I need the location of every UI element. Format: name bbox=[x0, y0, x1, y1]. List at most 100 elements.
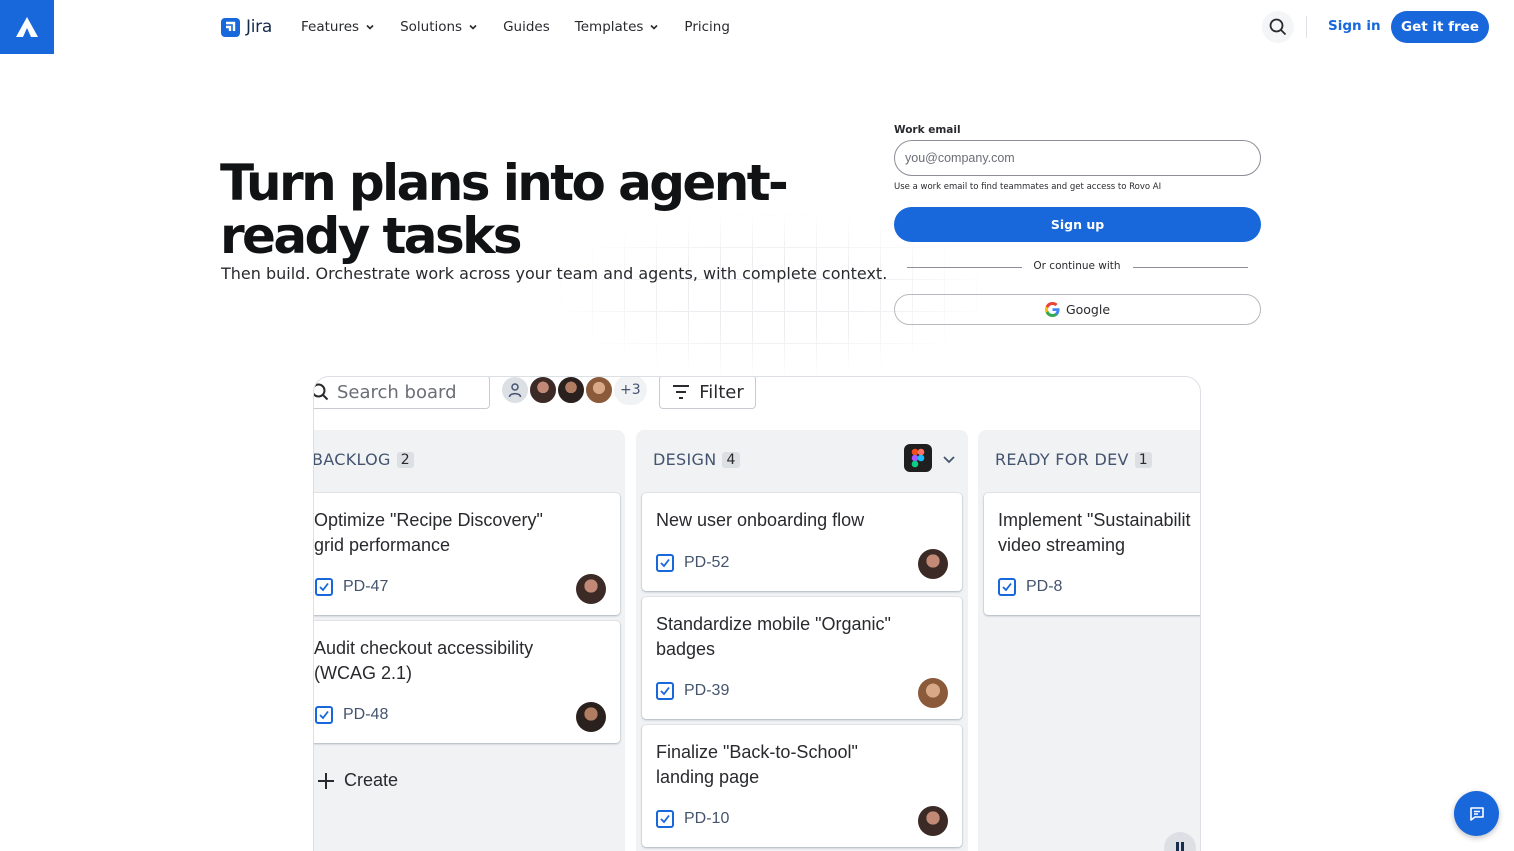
column-header: READY FOR DEV 1 bbox=[995, 450, 1152, 469]
jira-brand[interactable]: Jira bbox=[221, 17, 272, 37]
checkbox-icon bbox=[656, 682, 674, 700]
search-icon bbox=[314, 383, 329, 401]
avatar-group[interactable]: +3 bbox=[500, 377, 647, 405]
avatar bbox=[576, 702, 606, 732]
column-ready-for-dev: READY FOR DEV 1 Implement "Sustainabilit… bbox=[978, 430, 1200, 851]
column-count: 1 bbox=[1134, 451, 1152, 468]
work-email-input[interactable] bbox=[894, 140, 1261, 176]
card-title: Optimize "Recipe Discovery" grid perform… bbox=[314, 510, 543, 555]
filter-button[interactable]: Filter bbox=[659, 377, 756, 409]
card-key: PD-8 bbox=[998, 578, 1062, 596]
column-title: READY FOR DEV bbox=[995, 450, 1129, 469]
card-title: Standardize mobile "Organic" badges bbox=[656, 614, 891, 659]
main-nav: Features Solutions Guides Templates Pric… bbox=[301, 19, 755, 35]
issue-card[interactable]: New user onboarding flow PD-52 bbox=[642, 493, 962, 591]
get-it-free-button[interactable]: Get it free bbox=[1391, 11, 1489, 43]
chevron-down-icon bbox=[469, 24, 477, 30]
google-sign-in-button[interactable]: Google bbox=[894, 294, 1261, 325]
divider-line bbox=[1133, 267, 1248, 268]
filter-label: Filter bbox=[699, 381, 744, 403]
issue-card[interactable]: Implement "Sustainabilit video streaming… bbox=[984, 493, 1200, 615]
avatar bbox=[556, 377, 586, 405]
nav-templates[interactable]: Templates bbox=[575, 19, 660, 35]
atlassian-logo-icon[interactable] bbox=[0, 0, 54, 54]
email-help-text: Use a work email to find teammates and g… bbox=[894, 182, 1162, 192]
card-key: PD-47 bbox=[315, 578, 388, 596]
jira-logo-icon bbox=[221, 17, 240, 37]
search-placeholder: Search board bbox=[337, 381, 457, 403]
checkbox-icon bbox=[315, 706, 333, 724]
nav-solutions[interactable]: Solutions bbox=[400, 19, 478, 35]
issue-card[interactable]: Audit checkout accessibility (WCAG 2.1) … bbox=[314, 621, 620, 743]
card-key-label: PD-47 bbox=[343, 578, 389, 595]
issue-card[interactable]: Finalize "Back-to-School" landing page P… bbox=[642, 725, 962, 847]
nav-features[interactable]: Features bbox=[301, 19, 375, 35]
figma-icon[interactable] bbox=[904, 444, 932, 472]
column-header: DESIGN 4 bbox=[653, 450, 740, 469]
avatar-unassigned bbox=[500, 377, 530, 405]
header-divider bbox=[1306, 16, 1307, 38]
nav-label: Solutions bbox=[400, 19, 463, 35]
nav-label: Guides bbox=[503, 19, 550, 35]
site-header: Jira Features Solutions Guides Templates… bbox=[0, 0, 1514, 54]
avatar-more-count: +3 bbox=[614, 377, 647, 405]
card-key: PD-52 bbox=[656, 554, 729, 572]
column-title: DESIGN bbox=[653, 450, 717, 469]
avatar bbox=[528, 377, 558, 405]
chevron-down-icon[interactable] bbox=[942, 452, 956, 466]
card-title: New user onboarding flow bbox=[656, 510, 865, 530]
search-icon bbox=[1269, 18, 1287, 36]
sign-in-link[interactable]: Sign in bbox=[1328, 18, 1381, 34]
chevron-down-icon bbox=[366, 24, 374, 30]
column-title: BACKLOG bbox=[313, 450, 391, 469]
issue-card[interactable]: Standardize mobile "Organic" badges PD-3… bbox=[642, 597, 962, 719]
nav-guides[interactable]: Guides bbox=[503, 19, 550, 35]
hero-title: Turn plans into agent-ready tasks bbox=[220, 154, 789, 265]
chevron-down-icon bbox=[650, 24, 658, 30]
nav-label: Features bbox=[301, 19, 360, 35]
card-title: Audit checkout accessibility (WCAG 2.1) bbox=[314, 638, 534, 683]
pause-icon bbox=[1176, 842, 1184, 851]
create-button[interactable]: Create bbox=[316, 770, 398, 791]
google-label: Google bbox=[1065, 302, 1111, 317]
card-key-label: PD-52 bbox=[684, 554, 730, 571]
checkbox-icon bbox=[998, 578, 1016, 596]
or-continue-text: Or continue with bbox=[1033, 260, 1121, 272]
pause-button[interactable] bbox=[1164, 832, 1196, 851]
checkbox-icon bbox=[315, 578, 333, 596]
chat-icon bbox=[1469, 806, 1484, 821]
nav-pricing[interactable]: Pricing bbox=[684, 19, 730, 35]
avatar bbox=[584, 377, 614, 405]
card-key-label: PD-8 bbox=[1026, 578, 1063, 595]
column-count: 2 bbox=[396, 451, 414, 468]
hero-subtitle: Then build. Orchestrate work across your… bbox=[221, 264, 888, 283]
card-key-label: PD-48 bbox=[343, 706, 389, 723]
card-key: PD-39 bbox=[656, 682, 729, 700]
nav-label: Templates bbox=[574, 19, 644, 35]
board-preview: Search board +3 Filter BACKLOG 2 Optimiz… bbox=[313, 376, 1201, 851]
card-key-label: PD-39 bbox=[684, 682, 730, 699]
column-count: 4 bbox=[722, 451, 740, 468]
avatar bbox=[918, 806, 948, 836]
create-label: Create bbox=[344, 770, 399, 790]
filter-icon bbox=[673, 385, 690, 399]
card-title: Finalize "Back-to-School" landing page bbox=[656, 742, 858, 787]
sign-up-button[interactable]: Sign up bbox=[894, 207, 1261, 242]
user-icon bbox=[508, 383, 522, 398]
checkbox-icon bbox=[656, 554, 674, 572]
card-key: PD-48 bbox=[315, 706, 388, 724]
board-search[interactable]: Search board bbox=[314, 377, 490, 409]
checkbox-icon bbox=[656, 810, 674, 828]
column-backlog: BACKLOG 2 Optimize "Recipe Discovery" gr… bbox=[313, 430, 625, 851]
card-key-label: PD-10 bbox=[684, 810, 730, 827]
issue-card[interactable]: Optimize "Recipe Discovery" grid perform… bbox=[314, 493, 620, 615]
nav-label: Pricing bbox=[684, 19, 730, 35]
plus-icon bbox=[318, 772, 334, 789]
search-button[interactable] bbox=[1262, 11, 1294, 43]
chat-button[interactable] bbox=[1454, 791, 1499, 836]
card-title: Implement "Sustainabilit video streaming bbox=[998, 510, 1191, 555]
brand-name: Jira bbox=[246, 17, 272, 37]
avatar bbox=[918, 549, 948, 579]
google-icon bbox=[1044, 302, 1060, 317]
avatar bbox=[918, 678, 948, 708]
